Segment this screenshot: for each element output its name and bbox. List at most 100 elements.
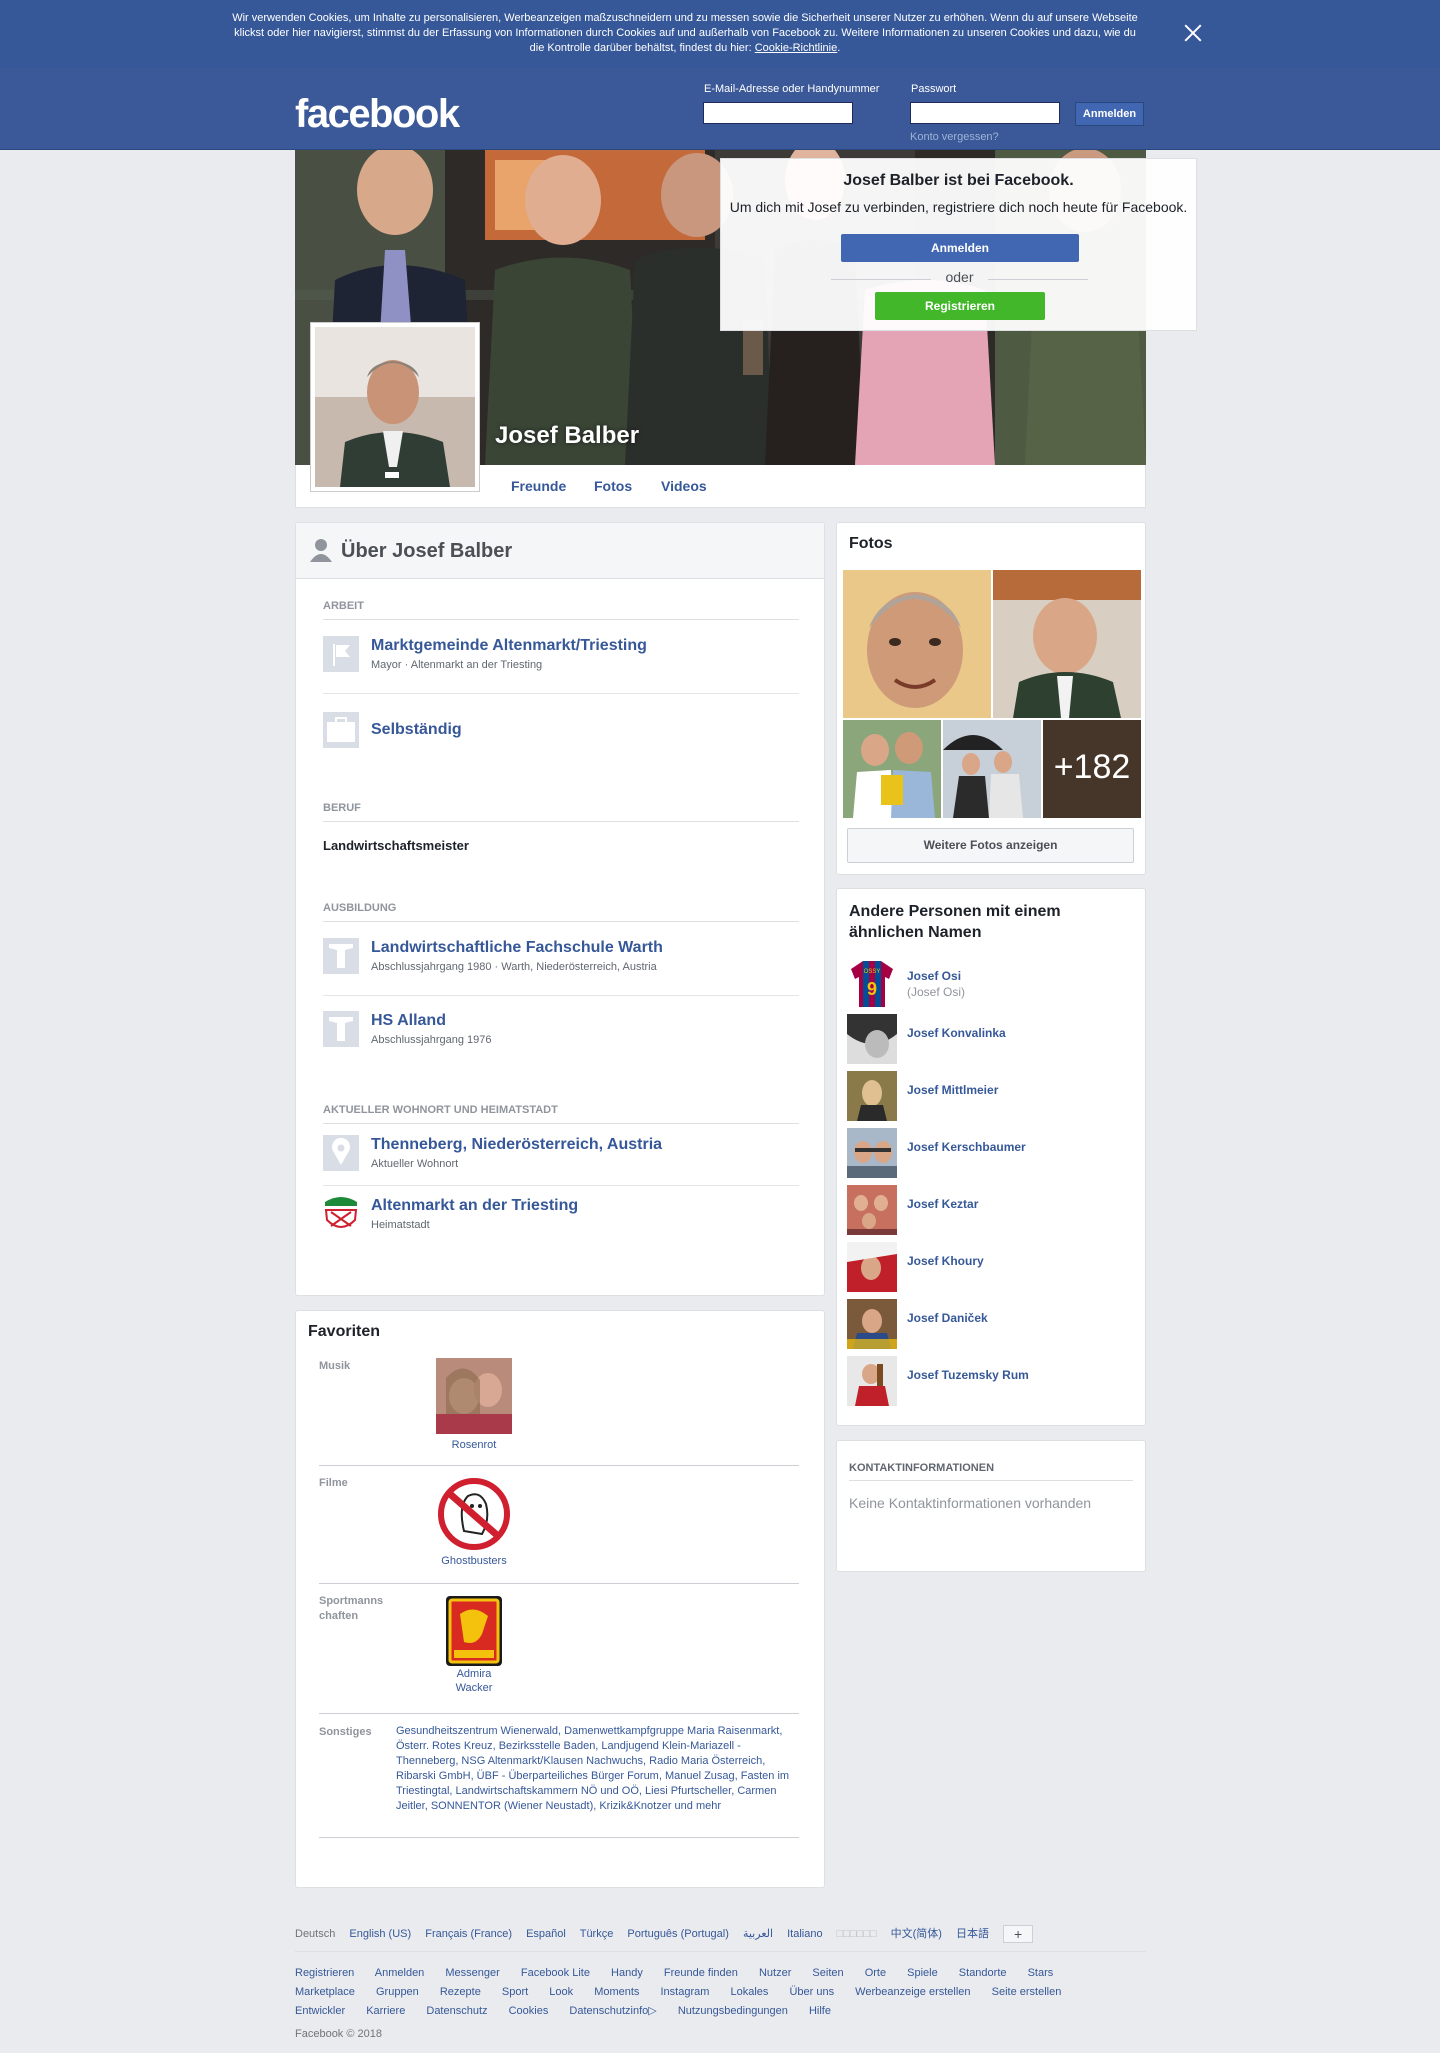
footer-link[interactable]: Look — [549, 1986, 573, 1998]
music-item[interactable]: Rosenrot — [424, 1438, 524, 1452]
person-name[interactable]: Josef Mittlmeier — [907, 1083, 998, 1097]
footer-link[interactable]: Facebook Lite — [521, 1967, 590, 1979]
education-title[interactable]: Landwirtschaftliche Fachschule Warth — [371, 939, 663, 957]
language-link[interactable]: العربية — [743, 1928, 773, 1940]
close-icon[interactable] — [1184, 24, 1202, 42]
footer-link[interactable]: Spiele — [907, 1967, 938, 1979]
more-languages-button[interactable]: + — [1003, 1925, 1034, 1944]
graduation-icon — [323, 938, 359, 974]
more-photos-tile[interactable]: +182 — [1043, 720, 1141, 818]
person-name[interactable]: Josef Khoury — [907, 1254, 984, 1268]
more-photos-button[interactable]: Weitere Fotos anzeigen — [847, 828, 1134, 863]
forgot-account-link[interactable]: Konto vergessen? — [910, 131, 999, 143]
person-name[interactable]: Josef Keztar — [907, 1197, 978, 1211]
footer-link[interactable]: Seiten — [812, 1967, 843, 1979]
person-name[interactable]: Josef Tuzemsky Rum — [907, 1368, 1029, 1382]
footer-link[interactable]: Sport — [502, 1986, 528, 1998]
cookie-policy-link[interactable]: Cookie-Richtlinie — [755, 42, 838, 54]
footer-link[interactable]: Instagram — [661, 1986, 710, 1998]
person-name[interactable]: Josef Kerschbaumer — [907, 1140, 1026, 1154]
language-link[interactable]: Türkçe — [580, 1928, 614, 1940]
footer-link[interactable]: Stars — [1028, 1967, 1054, 1979]
photo-thumbnail[interactable] — [993, 570, 1141, 718]
place-sub: Aktueller Wohnort — [371, 1158, 459, 1170]
email-field[interactable] — [703, 102, 853, 124]
profession-header: BERUF — [323, 802, 799, 822]
or-divider: oder — [721, 269, 1198, 285]
sports-item[interactable]: Admira Wacker — [424, 1667, 524, 1695]
footer-link[interactable]: Standorte — [959, 1967, 1007, 1979]
language-link[interactable]: Italiano — [787, 1928, 822, 1940]
sports-label: Sportmanns chaften — [319, 1594, 383, 1624]
person-icon — [310, 539, 332, 562]
profile-picture[interactable] — [310, 322, 480, 492]
footer-link[interactable]: Orte — [865, 1967, 886, 1979]
rosenrot-image[interactable] — [436, 1358, 512, 1434]
admira-wacker-logo[interactable] — [436, 1594, 512, 1670]
footer-link[interactable]: Messenger — [445, 1967, 499, 1979]
tab-photos[interactable]: Fotos — [594, 478, 632, 494]
footer-link[interactable]: Gruppen — [376, 1986, 419, 1998]
similar-names-title: Andere Personen mit einem ähnlichen Namen — [849, 901, 1061, 943]
footer-link[interactable]: Datenschutzinfo▷ — [569, 2005, 656, 2017]
language-list: Deutsch English (US) Français (France) E… — [295, 1925, 1146, 1944]
work-title[interactable]: Marktgemeinde Altenmarkt/Triesting — [371, 637, 647, 655]
profile-name: Josef Balber — [495, 422, 640, 449]
footer-link[interactable]: Rezepte — [440, 1986, 481, 1998]
avatar — [847, 1242, 897, 1292]
password-field[interactable] — [910, 102, 1060, 124]
ghostbusters-logo[interactable] — [436, 1476, 512, 1552]
footer-link[interactable]: Freunde finden — [664, 1967, 738, 1979]
signup-login-button[interactable]: Anmelden — [841, 234, 1079, 262]
language-link[interactable]: 日本語 — [956, 1928, 989, 1940]
facebook-logo[interactable]: facebook — [295, 92, 460, 137]
footer-link[interactable]: Karriere — [366, 2005, 405, 2017]
footer-link[interactable]: Seite erstellen — [992, 1986, 1062, 1998]
town-crest-icon — [323, 1196, 359, 1232]
footer-link[interactable]: Moments — [594, 1986, 639, 1998]
language-link[interactable]: 中文(简体) — [891, 1928, 942, 1940]
tab-videos[interactable]: Videos — [661, 478, 707, 494]
login-button[interactable]: Anmelden — [1075, 102, 1144, 126]
email-label: E-Mail-Adresse oder Handynummer — [704, 83, 880, 95]
footer-link[interactable]: Nutzungsbedingungen — [678, 2005, 788, 2017]
other-label: Sonstiges — [319, 1726, 372, 1738]
person-name[interactable]: Josef Osi — [907, 969, 961, 983]
education-title[interactable]: HS Alland — [371, 1012, 446, 1030]
footer-link[interactable]: Werbeanzeige erstellen — [855, 1986, 970, 1998]
cookie-end: . — [837, 42, 841, 54]
footer-link[interactable]: Nutzer — [759, 1967, 791, 1979]
footer-link[interactable]: Marketplace — [295, 1986, 355, 1998]
footer-link[interactable]: Lokales — [730, 1986, 768, 1998]
language-link[interactable]: Português (Portugal) — [627, 1928, 729, 1940]
photo-thumbnail[interactable] — [843, 570, 991, 718]
footer-link[interactable]: Hilfe — [809, 2005, 831, 2017]
photo-thumbnail[interactable] — [843, 720, 941, 818]
sports-item-line: Wacker — [455, 1682, 493, 1694]
language-current: Deutsch — [295, 1928, 336, 1940]
tab-friends[interactable]: Freunde — [511, 478, 566, 494]
place-title[interactable]: Thenneberg, Niederösterreich, Austria — [371, 1136, 662, 1154]
divider — [323, 1185, 799, 1186]
education-sub: Abschlussjahrgang 1980 · Warth, Niederös… — [371, 961, 657, 973]
footer-link[interactable]: Datenschutz — [426, 2005, 487, 2017]
footer-link[interactable]: Handy — [611, 1967, 643, 1979]
other-favorites[interactable]: Gesundheitszentrum Wienerwald, Damenwett… — [396, 1724, 796, 1814]
language-link[interactable]: Español — [526, 1928, 566, 1940]
footer-link[interactable]: Registrieren — [295, 1967, 354, 1979]
language-link[interactable]: Français (France) — [425, 1928, 512, 1940]
work-title[interactable]: Selbständig — [371, 721, 462, 739]
language-link[interactable]: □□□□□□ — [837, 1928, 877, 1940]
person-name[interactable]: Josef Daniček — [907, 1311, 988, 1325]
movies-item[interactable]: Ghostbusters — [424, 1554, 524, 1568]
footer-link[interactable]: Anmelden — [375, 1967, 425, 1979]
person-name[interactable]: Josef Konvalinka — [907, 1026, 1006, 1040]
footer-link[interactable]: Entwickler — [295, 2005, 345, 2017]
photo-thumbnail[interactable] — [943, 720, 1041, 818]
register-button[interactable]: Registrieren — [875, 292, 1045, 320]
place-title[interactable]: Altenmarkt an der Triesting — [371, 1197, 578, 1215]
footer-link[interactable]: Cookies — [509, 2005, 549, 2017]
language-link[interactable]: English (US) — [349, 1928, 411, 1940]
footer-link[interactable]: Über uns — [789, 1986, 834, 1998]
similar-names-title-line: ähnlichen Namen — [849, 924, 982, 941]
